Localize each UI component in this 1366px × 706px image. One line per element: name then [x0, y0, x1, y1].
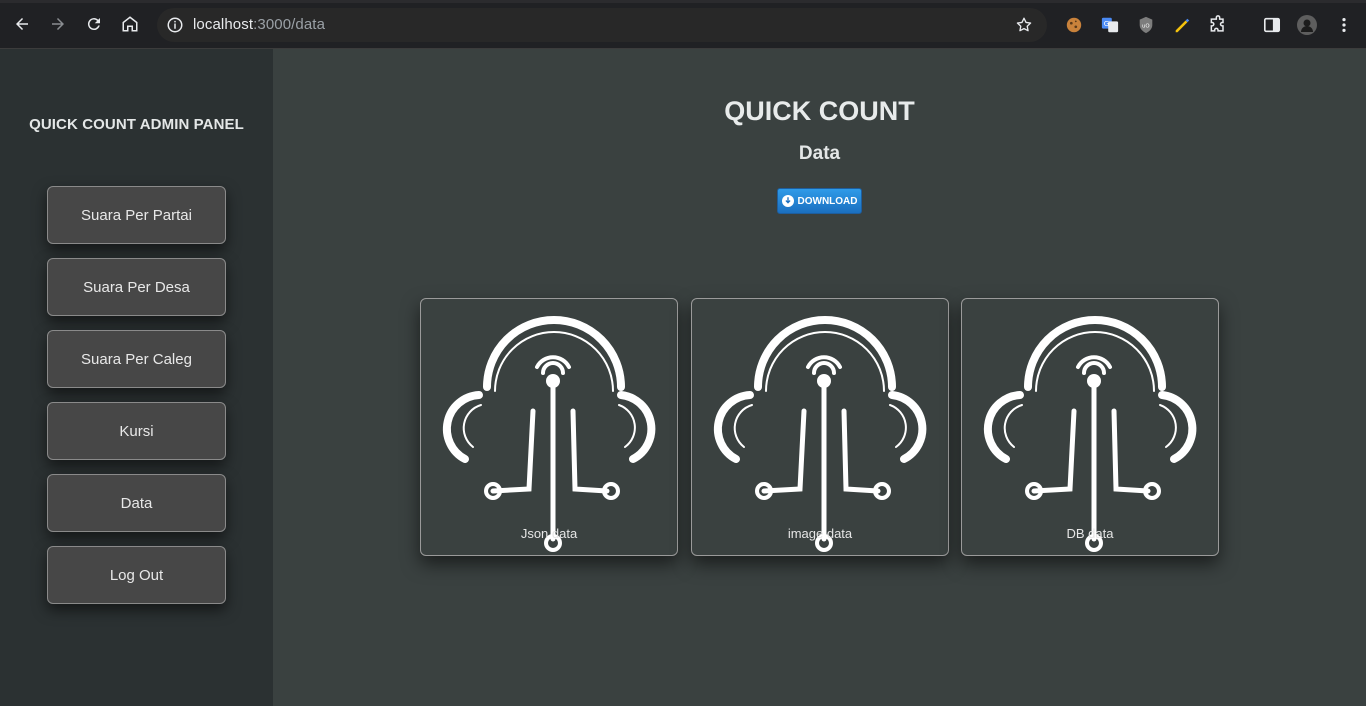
reload-icon[interactable] [82, 12, 106, 36]
profile-avatar-icon[interactable] [1297, 15, 1317, 35]
page-title: QUICK COUNT [724, 96, 915, 126]
svg-text:G: G [1104, 19, 1110, 28]
sidebar-item-data[interactable]: Data [47, 474, 226, 532]
puzzle-extensions-icon[interactable] [1208, 15, 1228, 35]
side-panel-icon[interactable] [1262, 15, 1282, 35]
url-text[interactable]: localhost:3000/data [193, 16, 325, 33]
translate-extension-icon[interactable]: G [1100, 15, 1120, 35]
main-content: QUICK COUNT Data DOWNLOAD Json data imag… [273, 49, 1366, 706]
sidebar-item-kursi[interactable]: Kursi [47, 402, 226, 460]
sidebar-item-log-out[interactable]: Log Out [47, 546, 226, 604]
url-host: localhost [193, 16, 254, 33]
image-data-card[interactable]: image data [691, 298, 949, 556]
bookmark-star-icon[interactable] [1015, 16, 1033, 34]
sidebar-item-suara-per-partai[interactable]: Suara Per Partai [47, 186, 226, 244]
pen-extension-icon[interactable] [1172, 15, 1192, 35]
download-label: DOWNLOAD [797, 195, 858, 207]
db-data-card[interactable]: DB data [961, 298, 1219, 556]
browser-menu-icon[interactable] [1334, 15, 1354, 35]
address-bar[interactable]: localhost:3000/data [157, 8, 1047, 42]
page-subtitle: Data [798, 143, 841, 164]
cookie-extension-icon[interactable] [1064, 15, 1084, 35]
sidebar: QUICK COUNT ADMIN PANEL Suara Per Partai… [0, 49, 273, 706]
sidebar-item-suara-per-desa[interactable]: Suara Per Desa [47, 258, 226, 316]
download-button[interactable]: DOWNLOAD [777, 188, 862, 214]
svg-text:uO: uO [1142, 24, 1150, 30]
json-data-card[interactable]: Json data [420, 298, 678, 556]
forward-icon[interactable] [46, 12, 70, 36]
sidebar-title: QUICK COUNT ADMIN PANEL [29, 116, 244, 133]
ublock-extension-icon[interactable]: uO [1136, 15, 1156, 35]
cloud-data-icon [713, 316, 927, 552]
home-icon[interactable] [118, 12, 142, 36]
card-label: image data [787, 526, 853, 541]
cloud-data-icon [983, 316, 1197, 552]
url-path: :3000/data [253, 16, 326, 33]
site-info-icon[interactable] [166, 16, 184, 34]
tab-strip [0, 0, 1366, 3]
card-label: DB data [1066, 526, 1114, 541]
card-label: Json data [520, 526, 578, 541]
download-icon [781, 195, 794, 207]
back-icon[interactable] [10, 12, 34, 36]
sidebar-item-suara-per-caleg[interactable]: Suara Per Caleg [47, 330, 226, 388]
cloud-data-icon [442, 316, 656, 552]
browser-toolbar: localhost:3000/data G uO [0, 0, 1366, 49]
